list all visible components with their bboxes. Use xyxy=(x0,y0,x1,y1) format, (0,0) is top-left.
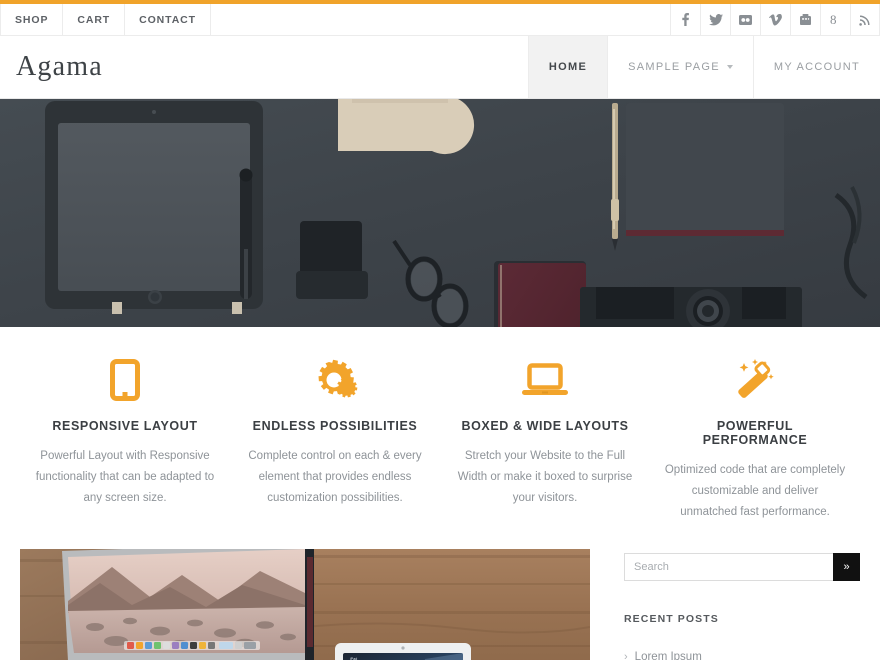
rss-icon[interactable] xyxy=(850,4,880,35)
nav-item-home[interactable]: HOME xyxy=(527,36,608,98)
main-navigation: HOME SAMPLE PAGE MY ACCOUNT xyxy=(527,36,880,98)
svg-text:8: 8 xyxy=(830,13,837,26)
lower-content: 15:22 Monday 24 November iPad » RECENT P… xyxy=(0,549,880,660)
post-image-ipad[interactable]: 15:22 Monday 24 November iPad xyxy=(305,549,590,660)
recent-posts-list: › Lorem Ipsum xyxy=(624,651,860,660)
facebook-icon[interactable] xyxy=(670,4,700,35)
search-submit-button[interactable]: » xyxy=(833,553,860,581)
feature-title: BOXED & WIDE LAYOUTS xyxy=(461,419,629,433)
youtube-icon[interactable] xyxy=(790,4,820,35)
feature-text: Optimized code that are completely custo… xyxy=(664,464,846,518)
feature-title: ENDLESS POSSIBILITIES xyxy=(252,419,418,433)
laptop-icon xyxy=(454,357,636,403)
social-links: 8 xyxy=(670,4,880,35)
nav-item-my-account[interactable]: MY ACCOUNT xyxy=(752,36,880,98)
feature-card: RESPONSIVE LAYOUT Powerful Layout with R… xyxy=(20,357,230,523)
hero-image xyxy=(0,99,880,327)
nav-item-my-account-label: MY ACCOUNT xyxy=(773,61,860,73)
chevron-right-icon: › xyxy=(624,651,628,660)
recent-post-label: Lorem Ipsum xyxy=(634,651,702,660)
site-header: Agama HOME SAMPLE PAGE MY ACCOUNT xyxy=(0,36,880,99)
hero-illustration xyxy=(0,99,880,327)
topbar: SHOP CART CONTACT 8 xyxy=(0,4,880,36)
feature-text: Stretch your Website to the Full Width o… xyxy=(457,450,633,504)
google-plus-icon[interactable]: 8 xyxy=(820,4,850,35)
features-section: RESPONSIVE LAYOUT Powerful Layout with R… xyxy=(0,327,880,549)
chevron-down-icon xyxy=(726,65,733,69)
search-input[interactable] xyxy=(624,553,833,581)
nav-item-sample-page[interactable]: SAMPLE PAGE xyxy=(607,36,753,98)
topbar-link-contact[interactable]: CONTACT xyxy=(125,4,211,35)
feature-card: POWERFUL PERFORMANCE Optimized code that… xyxy=(650,357,860,523)
sidebar: » RECENT POSTS › Lorem Ipsum xyxy=(624,549,860,660)
feature-title: POWERFUL PERFORMANCE xyxy=(702,419,808,447)
twitter-icon[interactable] xyxy=(700,4,730,35)
nav-item-sample-page-label: SAMPLE PAGE xyxy=(628,61,720,73)
topbar-link-shop[interactable]: SHOP xyxy=(0,4,64,35)
content-images: 15:22 Monday 24 November iPad xyxy=(20,549,590,660)
flickr-icon[interactable] xyxy=(730,4,760,35)
gears-icon xyxy=(244,357,426,403)
topbar-links: SHOP CART CONTACT xyxy=(0,4,211,35)
nav-item-home-label: HOME xyxy=(548,61,588,73)
topbar-link-cart[interactable]: CART xyxy=(63,4,126,35)
list-item[interactable]: › Lorem Ipsum xyxy=(624,651,860,660)
site-logo[interactable]: Agama xyxy=(0,36,103,98)
widget-title-recent-posts: RECENT POSTS xyxy=(624,613,719,625)
feature-title: RESPONSIVE LAYOUT xyxy=(52,419,198,433)
magic-wand-icon xyxy=(664,357,846,403)
tablet-icon xyxy=(34,357,216,403)
feature-text: Powerful Layout with Responsive function… xyxy=(35,450,215,504)
post-image-macbook[interactable] xyxy=(20,549,305,660)
feature-card: BOXED & WIDE LAYOUTS Stretch your Websit… xyxy=(440,357,650,523)
search-form: » xyxy=(624,553,860,581)
feature-card: ENDLESS POSSIBILITIES Complete control o… xyxy=(230,357,440,523)
feature-text: Complete control on each & every element… xyxy=(248,450,422,504)
content-column: 15:22 Monday 24 November iPad xyxy=(20,549,590,660)
vimeo-icon[interactable] xyxy=(760,4,790,35)
